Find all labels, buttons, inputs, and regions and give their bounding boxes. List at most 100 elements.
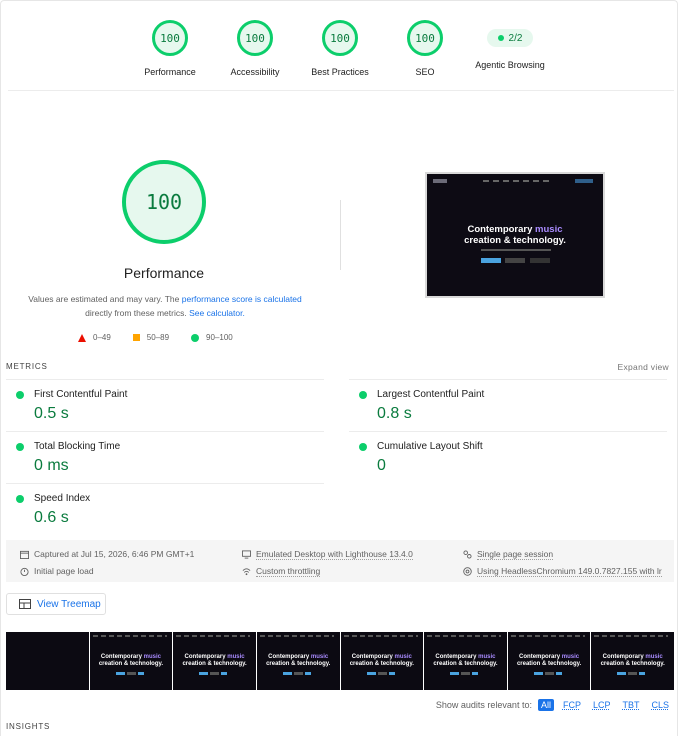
frame-cta bbox=[533, 672, 562, 675]
frame-accent: music bbox=[645, 654, 663, 660]
metric-name: Largest Contentful Paint bbox=[377, 389, 485, 400]
frame-text: Contemporary bbox=[351, 654, 395, 660]
metric-tbt: Total Blocking Time 0 ms bbox=[6, 431, 324, 483]
score-legend: 0–49 50–89 90–100 bbox=[78, 333, 233, 342]
metric-value: 0 bbox=[377, 457, 386, 474]
frame-accent: music bbox=[227, 654, 245, 660]
frame-text: Contemporary bbox=[268, 654, 311, 660]
headline-text: Contemporary bbox=[467, 224, 536, 235]
frame-text: creation & technology. bbox=[182, 661, 247, 667]
filter-chip-all[interactable]: All bbox=[537, 699, 554, 711]
frame-accent: music bbox=[394, 654, 412, 660]
frame-cta bbox=[366, 672, 395, 675]
frame-headline: Contemporary music creation & technology. bbox=[341, 654, 424, 668]
performance-description: Values are estimated and may vary. The p… bbox=[20, 292, 310, 320]
session-icon bbox=[463, 550, 472, 559]
view-treemap-button[interactable]: View Treemap bbox=[6, 593, 106, 615]
thumb-button bbox=[575, 179, 593, 183]
captured-at: Captured at Jul 15, 2026, 6:46 PM GMT+1 bbox=[20, 549, 194, 559]
treemap-icon bbox=[19, 599, 31, 609]
square-icon bbox=[132, 334, 140, 341]
metric-speed-index: Speed Index 0.6 s bbox=[6, 483, 324, 535]
frame-text: creation & technology. bbox=[266, 661, 331, 667]
metric-value: 0.5 s bbox=[34, 405, 69, 422]
score-calculated-link[interactable]: performance score is calculated bbox=[182, 294, 302, 304]
pass-dot-icon bbox=[359, 443, 367, 451]
frame-nav bbox=[259, 635, 334, 637]
filter-chip-tbt[interactable]: TBT bbox=[619, 699, 642, 711]
filmstrip-frame: Contemporary music creation & technology. bbox=[591, 632, 674, 690]
frame-text: creation & technology. bbox=[516, 661, 582, 667]
expand-view-toggle[interactable]: Expand view bbox=[618, 362, 670, 372]
frame-nav bbox=[92, 635, 167, 637]
frame-cta bbox=[115, 672, 144, 675]
frame-text: Contemporary bbox=[435, 654, 479, 660]
metric-name: Cumulative Layout Shift bbox=[377, 441, 483, 452]
calendar-icon bbox=[20, 550, 29, 559]
emulated-device[interactable]: Emulated Desktop with Lighthouse 13.4.0 bbox=[242, 549, 413, 560]
throttling[interactable]: Custom throttling bbox=[242, 566, 321, 577]
metric-value: 0 ms bbox=[34, 457, 69, 474]
pass-dot-icon bbox=[16, 495, 24, 503]
metrics-heading: METRICS bbox=[6, 362, 48, 371]
frame-accent: music bbox=[143, 654, 161, 660]
throttling-text: Custom throttling bbox=[256, 566, 321, 577]
frame-text: creation & technology. bbox=[433, 661, 498, 667]
session-text: Single page session bbox=[477, 549, 554, 560]
thumb-headline: Contemporary music creation & technology… bbox=[427, 224, 603, 246]
gauge-agentic-browsing[interactable]: 2/2 Agentic Browsing bbox=[455, 20, 565, 70]
final-screenshot[interactable]: Contemporary music creation & technology… bbox=[425, 172, 605, 298]
performance-score-gauge: 100 bbox=[122, 160, 206, 244]
treemap-label: View Treemap bbox=[37, 598, 101, 610]
see-calculator-link[interactable]: See calculator. bbox=[189, 308, 245, 318]
filter-chip-cls[interactable]: CLS bbox=[648, 699, 672, 711]
frame-accent: music bbox=[310, 654, 329, 660]
filter-chip-fcp[interactable]: FCP bbox=[560, 699, 584, 711]
thumb-subtext bbox=[481, 249, 551, 251]
frame-cta bbox=[282, 672, 311, 675]
desc-text: Values are estimated and may vary. The bbox=[28, 294, 182, 304]
score-ring: 100 bbox=[322, 20, 358, 56]
insights-heading: INSIGHTS bbox=[6, 722, 51, 731]
filmstrip-frame: Contemporary music creation & technology. bbox=[507, 632, 591, 690]
pass-dot-icon bbox=[359, 391, 367, 399]
metric-name: First Contentful Paint bbox=[34, 389, 128, 400]
legend-label: 50–89 bbox=[146, 333, 170, 342]
divider bbox=[8, 90, 674, 91]
divider bbox=[6, 483, 324, 484]
filmstrip-frame: Contemporary music creation & technology. bbox=[89, 632, 173, 690]
frame-nav bbox=[427, 635, 502, 637]
pass-dot-icon bbox=[16, 443, 24, 451]
legend-label: 0–49 bbox=[93, 333, 111, 342]
filmstrip-frame bbox=[6, 632, 89, 690]
report-card bbox=[0, 0, 678, 736]
filmstrip-frame: Contemporary music creation & technology. bbox=[173, 632, 256, 690]
legend-label: 90–100 bbox=[206, 333, 233, 342]
audit-filter: Show audits relevant to: All FCP LCP TBT… bbox=[436, 699, 672, 711]
legend-fail: 0–49 bbox=[78, 333, 111, 342]
thumb-cta bbox=[481, 258, 501, 263]
initial-text: Initial page load bbox=[34, 566, 94, 576]
wifi-icon bbox=[242, 568, 251, 576]
page-session[interactable]: Single page session bbox=[463, 549, 554, 560]
thumb-cta bbox=[530, 258, 550, 263]
score-summary: 100 Performance 100 Accessibility 100 Be… bbox=[0, 0, 680, 92]
divider bbox=[349, 431, 667, 432]
frame-headline: Contemporary music creation & technology. bbox=[90, 654, 173, 668]
triangle-icon bbox=[78, 333, 86, 342]
captured-text: Captured at Jul 15, 2026, 6:46 PM GMT+1 bbox=[34, 549, 195, 559]
frame-nav bbox=[510, 635, 585, 637]
metric-cls: Cumulative Layout Shift 0 bbox=[349, 431, 667, 483]
frame-headline: Contemporary music creation & technology. bbox=[424, 654, 507, 668]
initial-page-load: Initial page load bbox=[20, 566, 94, 576]
frame-text: Contemporary bbox=[602, 654, 646, 660]
agentic-value: 2/2 bbox=[508, 32, 523, 44]
thumb-links bbox=[483, 180, 553, 182]
frame-text: creation & technology. bbox=[600, 661, 665, 667]
browser-version[interactable]: Using HeadlessChromium 149.0.7827.155 wi… bbox=[463, 566, 662, 577]
filter-chip-lcp[interactable]: LCP bbox=[590, 699, 614, 711]
performance-title: Performance bbox=[123, 265, 205, 281]
frame-nav bbox=[343, 635, 418, 637]
circle-icon bbox=[191, 333, 200, 342]
metric-name: Speed Index bbox=[34, 493, 91, 504]
